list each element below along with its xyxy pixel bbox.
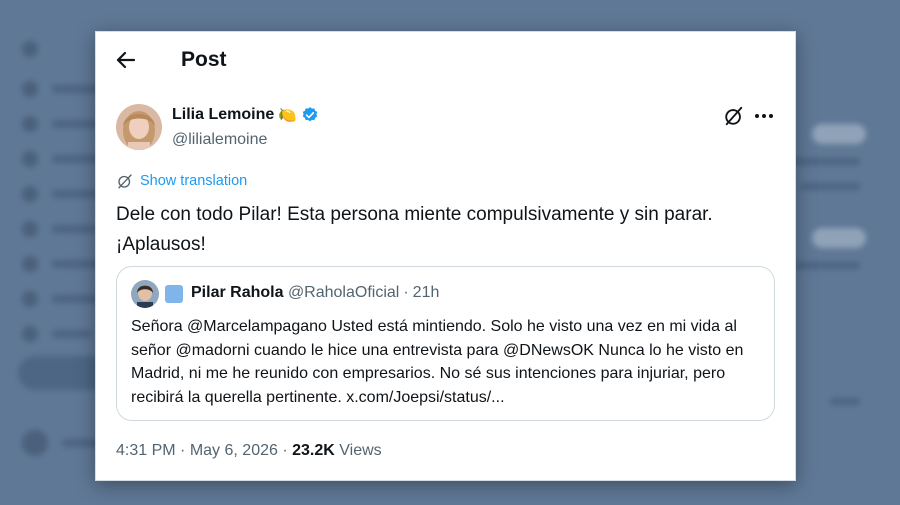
author-name-row: Lilia Lemoine 🍋 (172, 106, 319, 124)
lemon-emoji: 🍋 (278, 106, 297, 124)
post-date[interactable]: May 6, 2026 (190, 442, 278, 459)
author-name[interactable]: Lilia Lemoine (172, 106, 274, 124)
quote-time[interactable]: 21h (413, 284, 440, 301)
bg-text-bar (794, 262, 860, 269)
more-horizontal-icon[interactable] (753, 105, 775, 127)
quote-meta: Pilar Rahola @RaholaOficial · 21h (191, 284, 439, 302)
quote-separator: · (403, 284, 409, 301)
meta-separator: · (180, 442, 186, 459)
quote-text: Señora @Marcelampagano Usted está mintie… (131, 318, 744, 406)
bg-text-bar (800, 183, 860, 190)
post-text: Dele con todo Pilar! Esta persona miente… (116, 204, 713, 255)
quote-author-badge (165, 285, 183, 303)
page-title: Post (181, 48, 227, 71)
author-avatar[interactable] (116, 104, 162, 150)
views-label: Views (339, 442, 382, 459)
post-time[interactable]: 4:31 PM (116, 442, 176, 459)
quote-author-avatar[interactable] (131, 280, 159, 308)
views-count: 23.2K (292, 442, 335, 459)
bg-follow-pill (812, 124, 866, 144)
quote-author-name[interactable]: Pilar Rahola (191, 284, 283, 301)
show-translation-link[interactable]: Show translation (116, 172, 247, 190)
bg-follow-pill (812, 228, 866, 248)
post-header: Post (96, 32, 795, 90)
post-metadata: 4:31 PM · May 6, 2026 · 23.2K Views (116, 442, 382, 460)
quoted-post[interactable]: Pilar Rahola @RaholaOficial · 21h Señora @… (116, 266, 775, 421)
post-card: Post Lilia Lemoine 🍋 @lilialemoine Show … (95, 31, 796, 481)
translate-icon (118, 174, 132, 189)
verified-badge-icon[interactable] (301, 106, 319, 124)
bg-text-bar (830, 398, 860, 405)
grok-icon[interactable] (723, 105, 745, 127)
author-handle[interactable]: @lilialemoine (172, 131, 267, 149)
quote-author-handle[interactable]: @RaholaOficial (288, 284, 399, 301)
show-translation-label: Show translation (140, 173, 248, 189)
bg-text-bar (790, 158, 860, 165)
arrow-left-icon[interactable] (114, 48, 138, 72)
meta-separator: · (282, 442, 288, 459)
